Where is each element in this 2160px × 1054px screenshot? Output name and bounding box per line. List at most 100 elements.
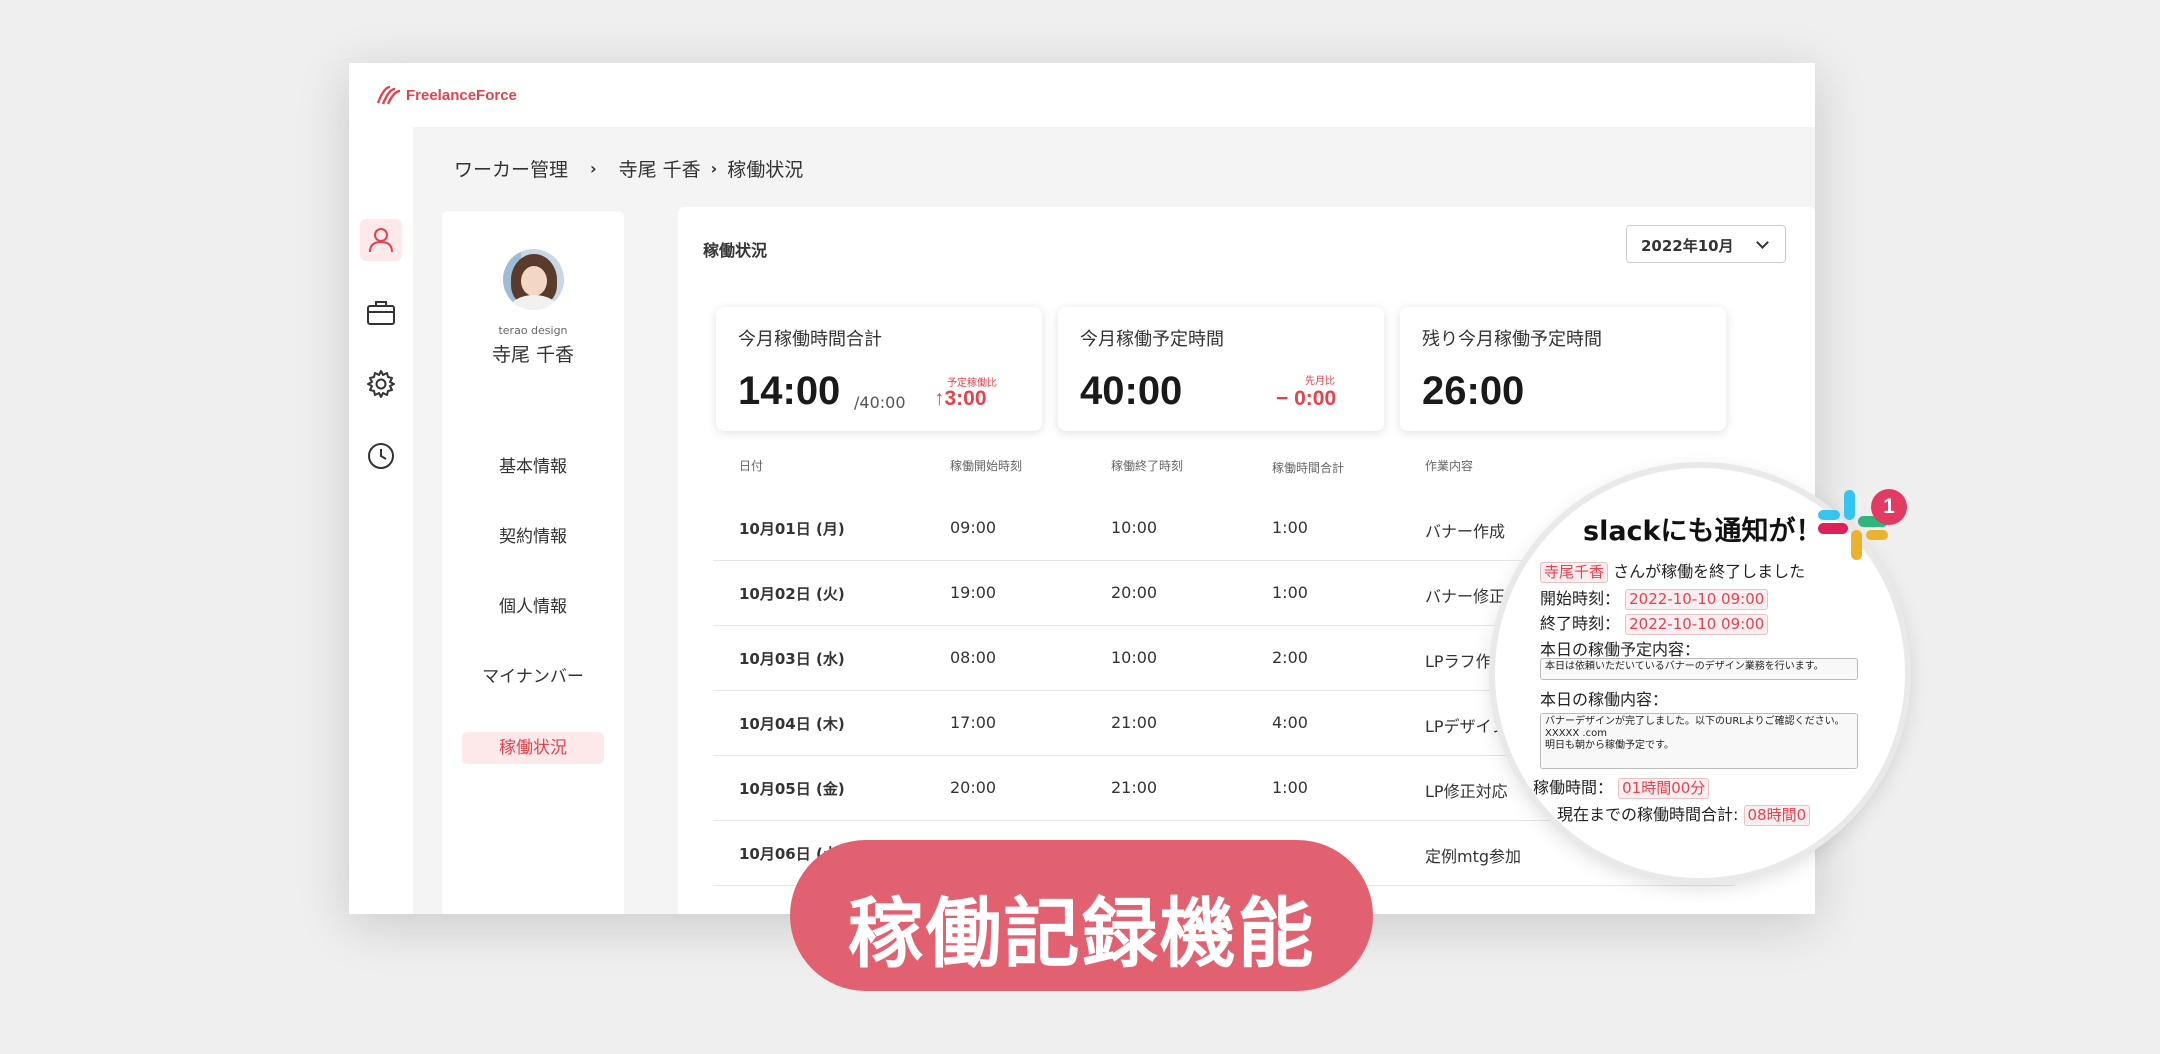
breadcrumb-worker-management[interactable]: ワーカー管理 bbox=[454, 155, 568, 182]
slack-start-value: 2022-10-10 09:00 bbox=[1625, 589, 1769, 610]
row-date: 10月04日 (木) bbox=[739, 715, 845, 733]
logo[interactable]: FreelanceForce bbox=[375, 83, 517, 107]
worker-name: 寺尾 千香 bbox=[491, 344, 575, 366]
slack-user-mention: 寺尾千香 bbox=[1540, 562, 1609, 583]
row-end: 10:00 bbox=[1111, 648, 1158, 667]
row-total: 2:00 bbox=[1272, 648, 1308, 667]
row-total: 1:00 bbox=[1272, 518, 1308, 537]
profile-card: terao design 寺尾 千香 基本情報 契約情報 個人情報 マイナンバー… bbox=[442, 211, 624, 914]
stat-card-month-total: 今月稼働時間合計 14:00 /40:00 予定稼働比 ↑3:00 bbox=[716, 307, 1042, 431]
slack-plan-label: 本日の稼働予定内容： bbox=[1540, 640, 1701, 659]
row-total: 1:00 bbox=[1272, 778, 1308, 797]
slack-end-value: 2022-10-10 09:00 bbox=[1625, 614, 1769, 635]
slack-end-line: 終了時刻： 2022-10-10 09:00 bbox=[1540, 610, 1769, 635]
row-start: 19:00 bbox=[950, 583, 997, 602]
top-bar: FreelanceForce bbox=[349, 63, 1815, 127]
breadcrumb-current: 稼働状況 bbox=[727, 159, 804, 181]
row-task: バナー作成 bbox=[1425, 522, 1506, 541]
row-total: 4:00 bbox=[1272, 713, 1308, 732]
stat-card-month-plan: 今月稼働予定時間 40:00 先月比 − 0:00 bbox=[1058, 307, 1384, 431]
menu-my-number[interactable]: マイナンバー bbox=[462, 661, 604, 693]
row-end: 21:00 bbox=[1111, 778, 1158, 797]
row-task: 定例mtg参加 bbox=[1425, 847, 1522, 866]
row-task: バナー修正 bbox=[1425, 587, 1506, 606]
row-start: 20:00 bbox=[950, 778, 997, 797]
column-header-end: 稼働終了時刻 bbox=[1111, 459, 1184, 473]
user-icon bbox=[369, 228, 393, 253]
logo-icon bbox=[376, 85, 401, 105]
breadcrumb-worker-name[interactable]: 寺尾 千香 bbox=[619, 155, 701, 182]
stat-delta: ↑3:00 bbox=[934, 387, 987, 410]
column-header-task: 作業内容 bbox=[1425, 459, 1474, 473]
menu-work-status[interactable]: 稼働状況 bbox=[462, 732, 604, 764]
stat-value: 26:00 bbox=[1422, 369, 1525, 413]
row-task: LPラフ作 bbox=[1425, 652, 1492, 671]
gear-icon bbox=[367, 370, 395, 398]
row-total: 1:00 bbox=[1272, 583, 1308, 602]
slack-hours-label: 稼働時間： bbox=[1533, 778, 1614, 797]
row-end: 10:00 bbox=[1111, 518, 1158, 537]
breadcrumb-separator: › bbox=[710, 159, 718, 178]
slack-bubble-title: slackにも通知が！ bbox=[1583, 516, 1823, 547]
row-start: 08:00 bbox=[950, 648, 997, 667]
slack-end-label: 終了時刻： bbox=[1540, 614, 1621, 633]
slack-work-line: 明日も朝から稼働予定です。 bbox=[1545, 740, 1674, 751]
slack-plan-text: 本日は依頼いただいているバナーのデザイン業務を行います。 bbox=[1545, 661, 1824, 672]
notification-badge: 1 bbox=[1871, 489, 1907, 525]
column-header-date: 日付 bbox=[739, 459, 764, 473]
avatar bbox=[503, 249, 564, 310]
menu-basic-info[interactable]: 基本情報 bbox=[462, 451, 604, 483]
stat-label: 残り今月稼働予定時間 bbox=[1422, 329, 1602, 350]
month-select[interactable]: 2022年10月 bbox=[1626, 225, 1786, 263]
stat-card-remaining: 残り今月稼働予定時間 26:00 bbox=[1400, 307, 1726, 431]
slack-work-label: 本日の稼働内容： bbox=[1540, 690, 1669, 709]
icon-sidebar bbox=[349, 127, 413, 914]
slack-total-label: 現在までの稼働時間合計: bbox=[1557, 805, 1739, 824]
row-date: 10月05日 (金) bbox=[739, 780, 845, 798]
breadcrumb-separator: › bbox=[590, 159, 597, 178]
worker-company: terao design bbox=[498, 324, 568, 337]
breadcrumb: ワーカー管理 › 寺尾 千香 › 稼働状況 bbox=[454, 155, 803, 182]
worker-nav-button[interactable] bbox=[360, 219, 402, 261]
slack-total-value: 08時間0 bbox=[1743, 805, 1811, 826]
slack-work-box: バナーデザインが完了しました。以下のURLよりご確認ください。 XXXXX .c… bbox=[1540, 713, 1858, 769]
settings-nav-button[interactable] bbox=[360, 363, 402, 405]
project-nav-button[interactable] bbox=[360, 292, 402, 334]
row-date: 10月03日 (水) bbox=[739, 650, 845, 668]
row-date: 10月02日 (火) bbox=[739, 585, 845, 603]
stat-delta-label: 先月比 bbox=[1305, 376, 1335, 387]
row-start: 09:00 bbox=[950, 518, 997, 537]
feature-banner: 稼働記録機能 bbox=[790, 840, 1373, 991]
row-end: 21:00 bbox=[1111, 713, 1158, 732]
slack-start-label: 開始時刻： bbox=[1540, 589, 1621, 608]
slack-hours-value: 01時間00分 bbox=[1618, 778, 1710, 799]
stat-sub: /40:00 bbox=[854, 393, 906, 412]
row-task: LP修正対応 bbox=[1425, 782, 1508, 801]
row-date: 10月01日 (月) bbox=[739, 520, 845, 538]
row-end: 20:00 bbox=[1111, 583, 1158, 602]
menu-contract-info[interactable]: 契約情報 bbox=[462, 521, 604, 553]
row-task: LPデザイン bbox=[1425, 717, 1508, 736]
month-value: 2022年10月 bbox=[1641, 237, 1734, 255]
chevron-down-icon bbox=[1756, 236, 1769, 249]
logo-text: FreelanceForce bbox=[406, 86, 517, 104]
history-nav-button[interactable] bbox=[360, 435, 402, 477]
clock-icon bbox=[368, 443, 394, 469]
panel-title: 稼働状況 bbox=[703, 241, 768, 260]
stat-value: 14:00 bbox=[738, 369, 841, 413]
briefcase-icon bbox=[367, 301, 395, 325]
stat-label: 今月稼働時間合計 bbox=[738, 329, 882, 350]
stat-value: 40:00 bbox=[1080, 369, 1183, 413]
feature-banner-text: 稼働記録機能 bbox=[847, 889, 1316, 978]
slack-plan-box: 本日は依頼いただいているバナーのデザイン業務を行います。 bbox=[1540, 658, 1858, 680]
slack-start-line: 開始時刻： 2022-10-10 09:00 bbox=[1540, 585, 1769, 610]
column-header-total: 稼働時間合計 bbox=[1272, 461, 1345, 475]
menu-personal-info[interactable]: 個人情報 bbox=[462, 591, 604, 623]
stat-delta: − 0:00 bbox=[1276, 387, 1337, 410]
slack-message-line: 寺尾千香 さんが稼働を終了しました bbox=[1540, 558, 1805, 583]
slack-total-line: 現在までの稼働時間合計: 08時間0 bbox=[1557, 801, 1811, 826]
slack-work-line: バナーデザインが完了しました。以下のURLよりご確認ください。 bbox=[1545, 716, 1845, 727]
slack-message-text: さんが稼働を終了しました bbox=[1613, 562, 1806, 581]
column-header-start: 稼働開始時刻 bbox=[950, 459, 1023, 473]
slack-work-line: XXXXX .com bbox=[1545, 728, 1607, 739]
